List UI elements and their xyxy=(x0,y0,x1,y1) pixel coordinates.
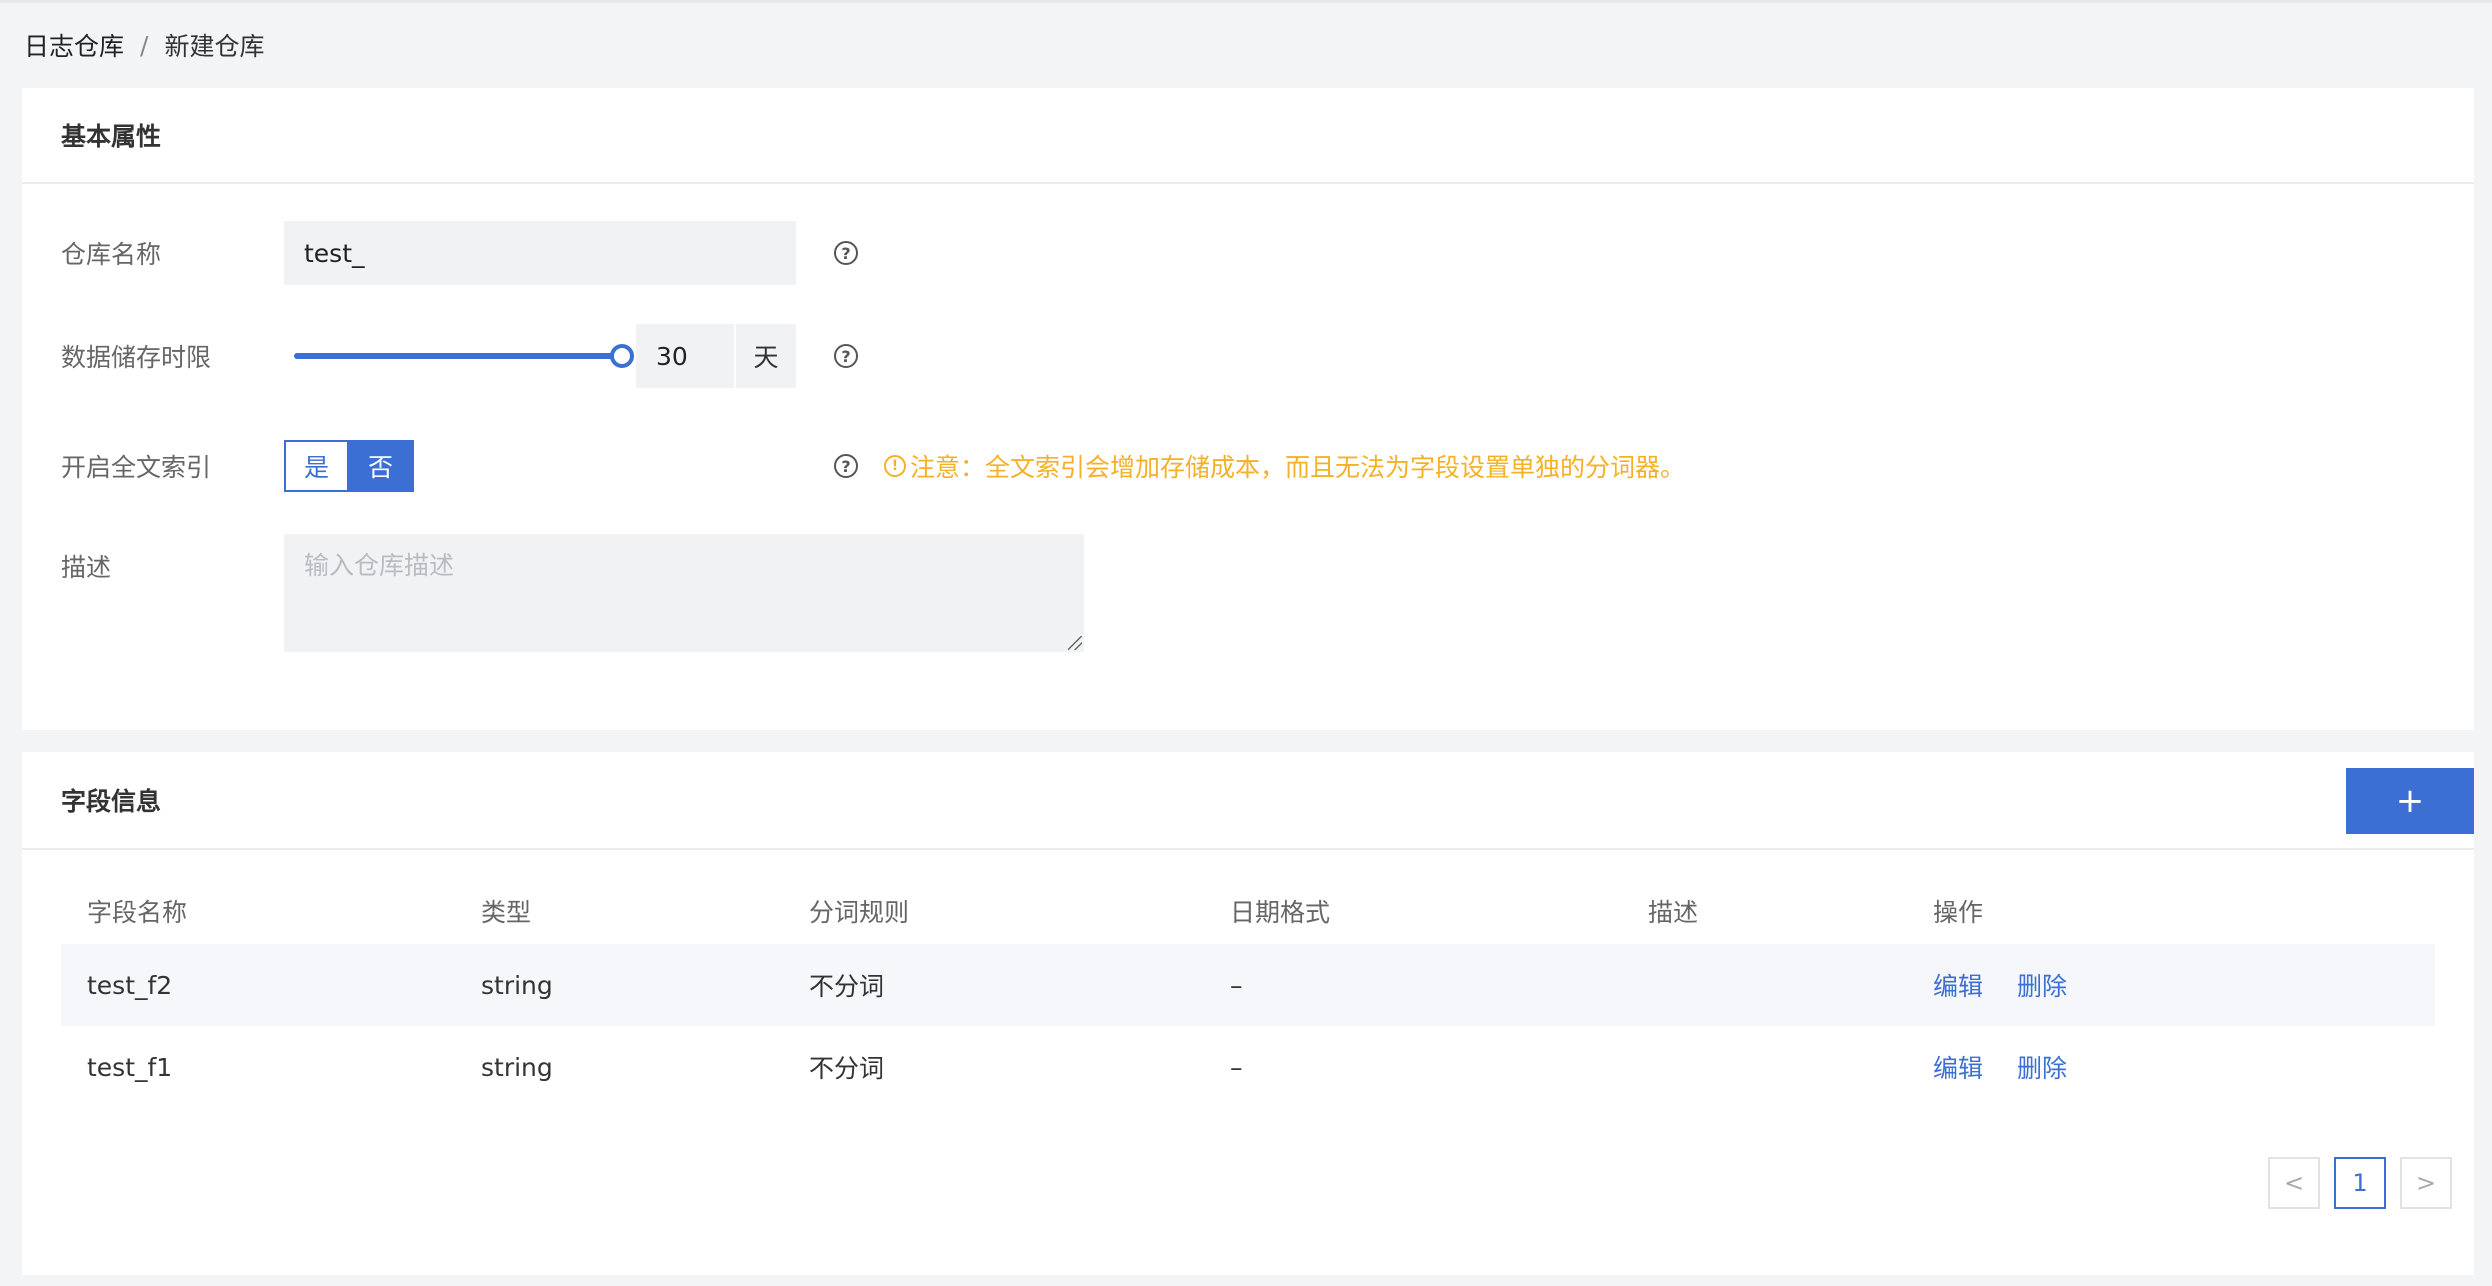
pagination: < 1 > xyxy=(2268,1157,2452,1209)
retention-days-input[interactable]: 30 xyxy=(636,324,734,388)
field-date-format-cell: – xyxy=(1230,1052,1243,1082)
field-actions-cell: 编辑 删除 xyxy=(1933,967,2433,1003)
warning-text: 注意：全文索引会增加存储成本，而且无法为字段设置单独的分词器。 xyxy=(910,453,1686,482)
repo-name-help-icon[interactable]: ? xyxy=(834,241,858,265)
warning-icon: ! xyxy=(884,455,906,477)
edit-field-link[interactable]: 编辑 xyxy=(1933,1054,1983,1083)
field-date-format-cell: – xyxy=(1230,970,1243,1000)
field-info-card: 字段信息 + 字段名称 类型 分词规则 日期格式 描述 操作 test_f2 s… xyxy=(22,752,2474,1275)
description-textarea[interactable]: 输入仓库描述 xyxy=(284,534,1084,652)
retention-help-icon[interactable]: ? xyxy=(834,344,858,368)
fulltext-no-option[interactable]: 否 xyxy=(349,440,414,492)
field-type-cell: string xyxy=(481,1052,553,1082)
add-field-button[interactable]: + xyxy=(2346,768,2474,834)
retention-slider-track[interactable] xyxy=(294,353,624,359)
delete-field-link[interactable]: 删除 xyxy=(2017,1054,2067,1083)
edit-field-link[interactable]: 编辑 xyxy=(1933,972,1983,1001)
field-name-cell: test_f2 xyxy=(87,970,173,1000)
field-info-title: 字段信息 xyxy=(61,787,162,816)
prev-page-button[interactable]: < xyxy=(2268,1157,2320,1209)
breadcrumb-separator: / xyxy=(140,30,149,60)
field-info-header: 字段信息 + xyxy=(22,752,2474,850)
field-name-cell: test_f1 xyxy=(87,1052,173,1082)
breadcrumb-current: 新建仓库 xyxy=(164,32,265,61)
resize-grip-icon[interactable] xyxy=(1068,636,1082,650)
fulltext-index-toggle: 是 否 xyxy=(284,440,414,492)
fulltext-help-icon[interactable]: ? xyxy=(834,454,858,478)
description-placeholder: 输入仓库描述 xyxy=(304,551,455,580)
table-row: test_f2 string 不分词 – 编辑 删除 xyxy=(61,944,2435,1026)
field-actions-cell: 编辑 删除 xyxy=(1933,1049,2433,1085)
retention-unit: 天 xyxy=(734,324,796,388)
top-divider xyxy=(0,0,2492,3)
description-label: 描述 xyxy=(61,553,112,582)
field-tokenizer-cell: 不分词 xyxy=(809,972,885,1001)
fields-table: 字段名称 类型 分词规则 日期格式 描述 操作 test_f2 string 不… xyxy=(61,878,2435,1108)
breadcrumb: 日志仓库 / 新建仓库 xyxy=(24,26,264,64)
field-tokenizer-cell: 不分词 xyxy=(809,1054,885,1083)
column-header-description: 描述 xyxy=(1648,898,1699,927)
fulltext-warning: ! 注意：全文索引会增加存储成本，而且无法为字段设置单独的分词器。 xyxy=(884,444,1685,488)
column-header-name: 字段名称 xyxy=(87,898,188,927)
page-1-button[interactable]: 1 xyxy=(2334,1157,2386,1209)
column-header-type: 类型 xyxy=(481,898,532,927)
basic-properties-title: 基本属性 xyxy=(22,88,2474,184)
fulltext-yes-option[interactable]: 是 xyxy=(284,440,349,492)
retention-label: 数据储存时限 xyxy=(61,343,212,372)
repo-name-input[interactable]: test_ xyxy=(284,221,796,285)
column-header-actions: 操作 xyxy=(1933,898,1984,927)
basic-properties-card: 基本属性 仓库名称 test_ ? 数据储存时限 30 天 ? 开启全文索引 是… xyxy=(22,88,2474,730)
delete-field-link[interactable]: 删除 xyxy=(2017,972,2067,1001)
repo-name-label: 仓库名称 xyxy=(61,240,162,269)
column-header-tokenizer: 分词规则 xyxy=(809,898,910,927)
breadcrumb-root-link[interactable]: 日志仓库 xyxy=(24,27,124,63)
fulltext-index-label: 开启全文索引 xyxy=(61,453,212,482)
column-header-date-format: 日期格式 xyxy=(1230,898,1331,927)
table-row: test_f1 string 不分词 – 编辑 删除 xyxy=(61,1026,2435,1108)
next-page-button[interactable]: > xyxy=(2400,1157,2452,1209)
table-header-row: 字段名称 类型 分词规则 日期格式 描述 操作 xyxy=(61,878,2435,944)
retention-slider-handle[interactable] xyxy=(610,344,634,368)
field-type-cell: string xyxy=(481,970,553,1000)
